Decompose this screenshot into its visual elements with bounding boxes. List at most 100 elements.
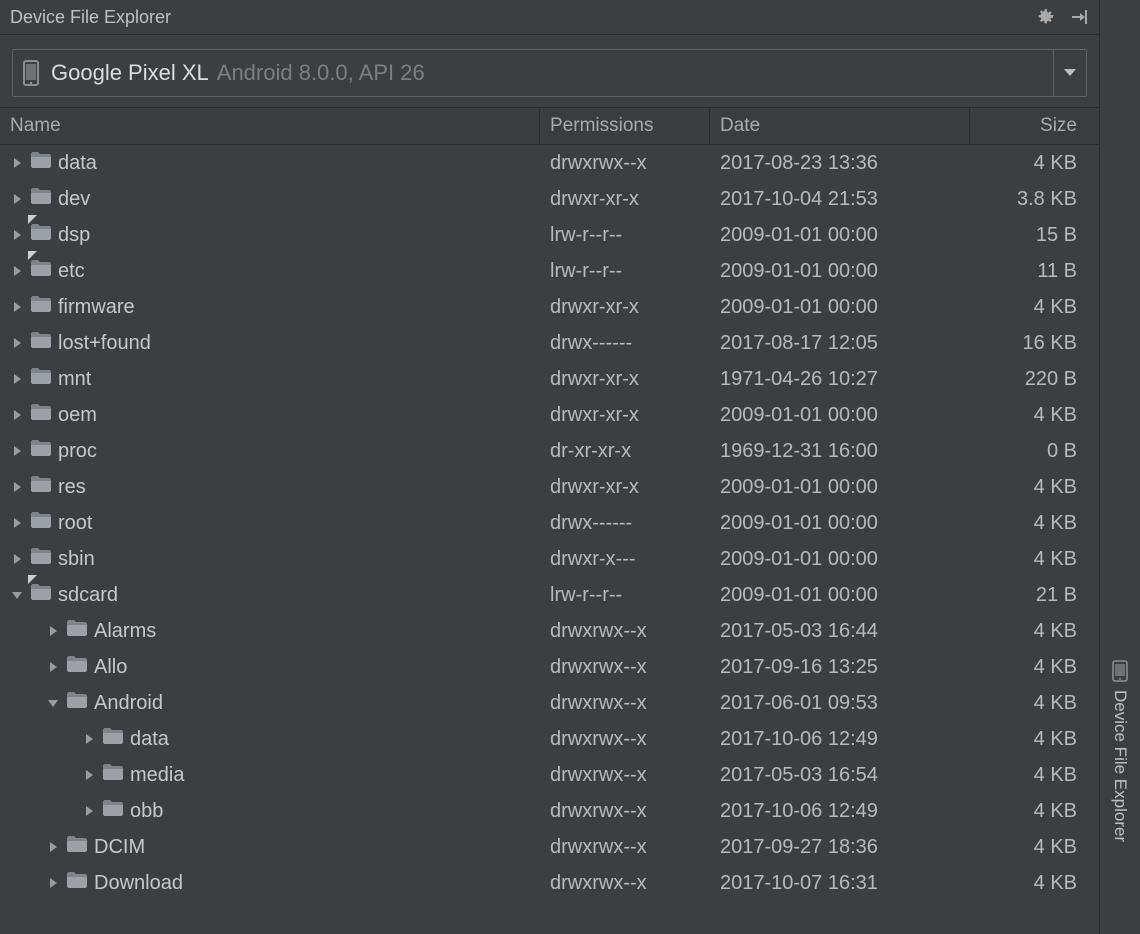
- file-name: lost+found: [58, 325, 151, 361]
- tree-row[interactable]: etclrw-r--r--2009-01-01 00:0011 B: [0, 253, 1099, 289]
- expand-icon[interactable]: [46, 660, 60, 674]
- folder-icon: [66, 829, 88, 865]
- gear-icon[interactable]: [1035, 7, 1055, 27]
- cell-size: 4 KB: [970, 289, 1099, 325]
- expand-icon[interactable]: [10, 228, 24, 242]
- header-date[interactable]: Date: [710, 108, 970, 144]
- file-name: mnt: [58, 361, 91, 397]
- expand-icon[interactable]: [46, 876, 60, 890]
- hide-panel-icon[interactable]: [1069, 7, 1089, 27]
- tree-row[interactable]: datadrwxrwx--x2017-08-23 13:364 KB: [0, 145, 1099, 181]
- file-name: Android: [94, 685, 163, 721]
- cell-name: Download: [0, 865, 540, 901]
- tree-row[interactable]: lost+founddrwx------2017-08-17 12:0516 K…: [0, 325, 1099, 361]
- cell-date: 2017-08-17 12:05: [710, 325, 970, 361]
- cell-date: 2017-05-03 16:54: [710, 757, 970, 793]
- side-tab[interactable]: Device File Explorer: [1100, 0, 1140, 934]
- cell-size: 4 KB: [970, 145, 1099, 181]
- side-tab-inner: Device File Explorer: [1110, 660, 1130, 934]
- tree-row[interactable]: Alarmsdrwxrwx--x2017-05-03 16:444 KB: [0, 613, 1099, 649]
- cell-size: 220 B: [970, 361, 1099, 397]
- header-size[interactable]: Size: [970, 108, 1099, 144]
- folder-icon: [66, 613, 88, 649]
- titlebar-actions: [1035, 7, 1089, 27]
- cell-date: 2017-10-07 16:31: [710, 865, 970, 901]
- file-name: data: [58, 145, 97, 181]
- tree-row[interactable]: devdrwxr-xr-x2017-10-04 21:533.8 KB: [0, 181, 1099, 217]
- device-api: Android 8.0.0, API 26: [217, 60, 425, 86]
- cell-name: firmware: [0, 289, 540, 325]
- file-name: proc: [58, 433, 97, 469]
- expand-icon[interactable]: [10, 264, 24, 278]
- tree-row[interactable]: mntdrwxr-xr-x1971-04-26 10:27220 B: [0, 361, 1099, 397]
- folder-icon: [66, 865, 88, 901]
- expand-icon[interactable]: [82, 768, 96, 782]
- expand-icon[interactable]: [10, 480, 24, 494]
- cell-name: root: [0, 505, 540, 541]
- expand-icon[interactable]: [10, 300, 24, 314]
- cell-size: 4 KB: [970, 721, 1099, 757]
- device-dropdown-button[interactable]: [1053, 50, 1086, 96]
- expand-icon[interactable]: [10, 372, 24, 386]
- cell-permissions: drwxrwx--x: [540, 685, 710, 721]
- panel-title: Device File Explorer: [10, 0, 171, 34]
- cell-size: 4 KB: [970, 829, 1099, 865]
- folder-icon: [102, 721, 124, 757]
- titlebar: Device File Explorer: [0, 0, 1099, 35]
- cell-date: 2009-01-01 00:00: [710, 217, 970, 253]
- expand-icon[interactable]: [10, 192, 24, 206]
- cell-size: 4 KB: [970, 649, 1099, 685]
- expand-icon[interactable]: [10, 408, 24, 422]
- device-selector[interactable]: Google Pixel XL Android 8.0.0, API 26: [12, 49, 1087, 97]
- cell-size: 4 KB: [970, 397, 1099, 433]
- cell-size: 4 KB: [970, 685, 1099, 721]
- cell-date: 2017-06-01 09:53: [710, 685, 970, 721]
- tree-row[interactable]: firmwaredrwxr-xr-x2009-01-01 00:004 KB: [0, 289, 1099, 325]
- header-permissions[interactable]: Permissions: [540, 108, 710, 144]
- expand-icon[interactable]: [82, 732, 96, 746]
- expand-icon[interactable]: [46, 624, 60, 638]
- cell-size: 4 KB: [970, 757, 1099, 793]
- tree-row[interactable]: procdr-xr-xr-x1969-12-31 16:000 B: [0, 433, 1099, 469]
- cell-name: etc: [0, 253, 540, 289]
- expand-icon[interactable]: [10, 552, 24, 566]
- file-name: res: [58, 469, 86, 505]
- file-tree[interactable]: datadrwxrwx--x2017-08-23 13:364 KBdevdrw…: [0, 145, 1099, 934]
- tree-row[interactable]: Allodrwxrwx--x2017-09-16 13:254 KB: [0, 649, 1099, 685]
- expand-icon[interactable]: [10, 156, 24, 170]
- tree-row[interactable]: Downloaddrwxrwx--x2017-10-07 16:314 KB: [0, 865, 1099, 901]
- tree-row[interactable]: resdrwxr-xr-x2009-01-01 00:004 KB: [0, 469, 1099, 505]
- expand-icon[interactable]: [10, 336, 24, 350]
- cell-permissions: drwxr-xr-x: [540, 361, 710, 397]
- cell-permissions: drwxr-x---: [540, 541, 710, 577]
- cell-name: dsp: [0, 217, 540, 253]
- tree-row[interactable]: dsplrw-r--r--2009-01-01 00:0015 B: [0, 217, 1099, 253]
- folder-icon: [102, 793, 124, 829]
- tree-row[interactable]: rootdrwx------2009-01-01 00:004 KB: [0, 505, 1099, 541]
- tree-row[interactable]: oemdrwxr-xr-x2009-01-01 00:004 KB: [0, 397, 1099, 433]
- tree-row[interactable]: sbindrwxr-x---2009-01-01 00:004 KB: [0, 541, 1099, 577]
- tree-row[interactable]: datadrwxrwx--x2017-10-06 12:494 KB: [0, 721, 1099, 757]
- expand-icon[interactable]: [10, 516, 24, 530]
- expand-icon[interactable]: [10, 444, 24, 458]
- header-name[interactable]: Name: [0, 108, 540, 144]
- collapse-icon[interactable]: [10, 588, 24, 602]
- file-name: firmware: [58, 289, 135, 325]
- cell-permissions: drwxrwx--x: [540, 865, 710, 901]
- tree-row[interactable]: obbdrwxrwx--x2017-10-06 12:494 KB: [0, 793, 1099, 829]
- cell-date: 2017-10-06 12:49: [710, 721, 970, 757]
- folder-icon: [30, 469, 52, 505]
- tree-row[interactable]: DCIMdrwxrwx--x2017-09-27 18:364 KB: [0, 829, 1099, 865]
- cell-permissions: dr-xr-xr-x: [540, 433, 710, 469]
- collapse-icon[interactable]: [46, 696, 60, 710]
- cell-name: data: [0, 721, 540, 757]
- tree-row[interactable]: sdcardlrw-r--r--2009-01-01 00:0021 B: [0, 577, 1099, 613]
- tree-row[interactable]: Android drwxrwx--x2017-06-01 09:534 KB: [0, 685, 1099, 721]
- tree-row[interactable]: mediadrwxrwx--x2017-05-03 16:544 KB: [0, 757, 1099, 793]
- cell-date: 1969-12-31 16:00: [710, 433, 970, 469]
- cell-size: 4 KB: [970, 469, 1099, 505]
- expand-icon[interactable]: [46, 840, 60, 854]
- cell-size: 4 KB: [970, 613, 1099, 649]
- cell-date: 2017-08-23 13:36: [710, 145, 970, 181]
- expand-icon[interactable]: [82, 804, 96, 818]
